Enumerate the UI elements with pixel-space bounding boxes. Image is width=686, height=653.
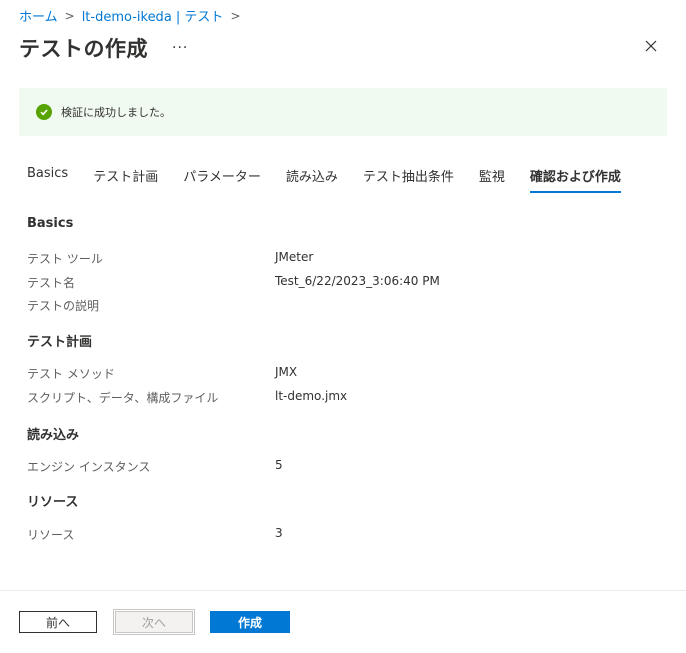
checkmark-success-icon (36, 104, 52, 120)
summary-value: 3 (275, 526, 283, 540)
summary-row: テスト ツール JMeter (27, 250, 647, 268)
more-options-icon[interactable]: ··· (172, 40, 188, 56)
summary-row: エンジン インスタンス 5 (27, 458, 647, 476)
tab-load[interactable]: 読み込み (286, 166, 338, 193)
previous-button[interactable]: 前へ (19, 611, 97, 633)
wizard-tabs: Basics テスト計画 パラメーター 読み込み テスト抽出条件 監視 確認およ… (27, 166, 646, 196)
summary-row: テスト メソッド JMX (27, 365, 647, 383)
banner-message: 検証に成功しました。 (61, 106, 171, 119)
section-title-test-plan: テスト計画 (27, 335, 93, 350)
section-title-resources: リソース (27, 495, 79, 510)
tab-test-plan[interactable]: テスト計画 (93, 166, 158, 193)
summary-key: エンジン インスタンス (27, 460, 151, 474)
summary-key: スクリプト、データ、構成ファイル (27, 391, 219, 405)
tab-parameters[interactable]: パラメーター (183, 166, 261, 193)
page-title: テストの作成 (19, 37, 148, 61)
summary-key: テスト メソッド (27, 367, 115, 381)
breadcrumb-separator-icon: > (64, 8, 75, 23)
close-icon[interactable] (644, 38, 658, 52)
summary-row: テストの説明 (27, 297, 647, 315)
summary-key: テストの説明 (27, 299, 100, 313)
breadcrumb-home-link[interactable]: ホーム (19, 6, 58, 25)
summary-key: テスト名 (27, 276, 76, 290)
section-title-basics: Basics (27, 216, 74, 231)
footer-divider (0, 590, 686, 591)
summary-value: 5 (275, 458, 283, 472)
validation-success-banner: 検証に成功しました。 (19, 88, 667, 136)
tab-monitoring[interactable]: 監視 (479, 166, 505, 193)
tab-test-criteria[interactable]: テスト抽出条件 (363, 166, 454, 193)
summary-value: JMeter (275, 250, 314, 264)
create-test-page: ホーム > lt-demo-ikeda | テスト > テストの作成 ··· 検… (0, 0, 686, 653)
summary-key: リソース (27, 528, 75, 542)
tab-basics[interactable]: Basics (27, 166, 68, 189)
summary-row: テスト名 Test_6/22/2023_3:06:40 PM (27, 274, 647, 292)
next-button[interactable]: 次へ (113, 609, 195, 635)
breadcrumb-separator-icon: > (230, 8, 241, 23)
summary-value: Test_6/22/2023_3:06:40 PM (275, 274, 440, 288)
summary-key: テスト ツール (27, 252, 103, 266)
tab-review-create[interactable]: 確認および作成 (529, 166, 621, 193)
section-title-load: 読み込み (27, 428, 80, 443)
summary-value: lt-demo.jmx (275, 389, 348, 403)
create-button[interactable]: 作成 (210, 611, 290, 633)
summary-row: スクリプト、データ、構成ファイル lt-demo.jmx (27, 389, 647, 407)
breadcrumb: ホーム > lt-demo-ikeda | テスト > (19, 6, 248, 26)
summary-row: リソース 3 (27, 526, 647, 544)
summary-value: JMX (275, 365, 298, 379)
breadcrumb-resource-link[interactable]: lt-demo-ikeda | テスト (82, 6, 224, 25)
title-row: テストの作成 ··· (19, 32, 666, 64)
